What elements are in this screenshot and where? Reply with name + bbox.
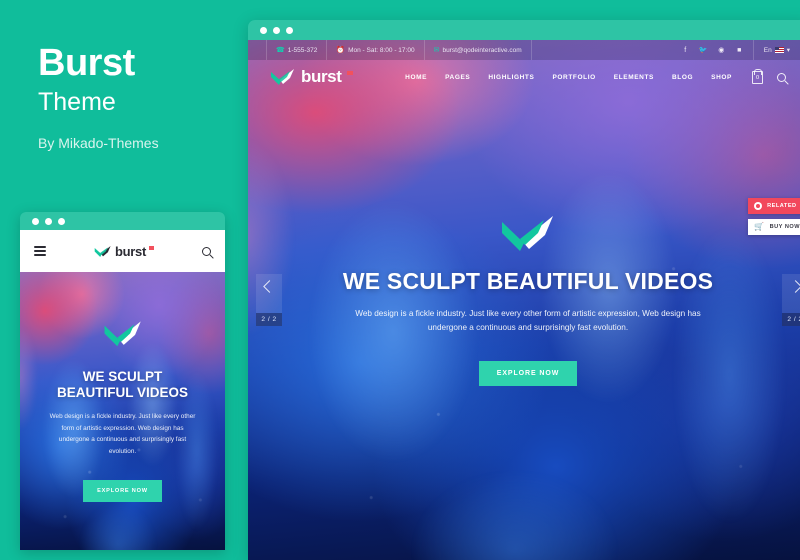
target-circle-icon — [754, 202, 763, 210]
topbar-email-label: burst@qodeinteractive.com — [442, 46, 522, 54]
site-logo[interactable]: burst — [270, 67, 353, 87]
menu-item-home[interactable]: HOME — [405, 74, 427, 81]
slider-counter-right: 2 / 2 — [782, 313, 800, 326]
window-dot-minimize[interactable] — [273, 26, 280, 34]
mobile-hero-description: Web design is a fickle industry. Just li… — [49, 412, 196, 456]
language-selector[interactable]: En ▾ — [752, 40, 790, 60]
site-navigation: burst HOME PAGES HIGHLIGHTS PORTFOLIO EL… — [248, 60, 800, 94]
topbar-phone[interactable]: ☎ 1-555-372 — [266, 40, 328, 60]
topbar-phone-label: 1-555-372 — [287, 46, 318, 54]
topbar-hours-label: Mon - Sat: 8:00 - 17:00 — [348, 46, 415, 54]
bird-wing-icon-large — [104, 321, 141, 347]
main-menu: HOME PAGES HIGHLIGHTS PORTFOLIO ELEMENTS… — [405, 74, 732, 81]
browser-chrome-bar — [248, 20, 800, 40]
mobile-hero-section: WE SCULPT BEAUTIFUL VIDEOS Web design is… — [20, 272, 225, 550]
mobile-chrome-bar — [20, 212, 225, 230]
related-button-label: RELATED — [767, 203, 797, 209]
envelope-icon: ✉ — [433, 47, 440, 54]
slider-next-button[interactable]: 2 / 2 — [782, 274, 800, 326]
window-dot-close[interactable] — [260, 26, 267, 34]
clock-icon: ⏰ — [336, 47, 346, 54]
facebook-icon[interactable]: f — [682, 47, 689, 54]
twitter-icon[interactable]: 🐦 — [699, 47, 708, 54]
search-icon[interactable] — [777, 72, 786, 82]
promo-byline: By Mikado-Themes — [38, 135, 159, 151]
mobile-hero-title-line2: BEAUTIFUL VIDEOS — [56, 385, 188, 401]
chevron-left-icon — [262, 280, 276, 293]
desktop-browser-mockup: ☎ 1-555-372 ⏰ Mon - Sat: 8:00 - 17:00 ✉ … — [248, 20, 800, 560]
buy-now-button-label: BUY NOW — [769, 224, 800, 230]
menu-item-shop[interactable]: SHOP — [711, 74, 732, 81]
menu-item-elements[interactable]: ELEMENTS — [614, 74, 654, 81]
logo-text: burst — [301, 67, 342, 86]
window-dot-maximize[interactable] — [286, 26, 293, 34]
menu-item-pages[interactable]: PAGES — [445, 74, 470, 81]
mobile-window-dot-minimize[interactable] — [45, 217, 52, 225]
phone-icon: ☎ — [276, 47, 285, 54]
floating-buttons: RELATED 🛒 BUY NOW — [748, 198, 800, 235]
promo-block: Burst Theme By Mikado-Themes — [38, 44, 238, 151]
promo-subtitle: Theme — [38, 87, 116, 116]
bird-wing-icon — [271, 69, 294, 85]
chevron-right-icon — [788, 280, 800, 293]
cart-icon: 🛒 — [754, 222, 765, 231]
logo-badge-icon — [346, 71, 353, 75]
page-title: Burst — [38, 42, 135, 84]
menu-item-blog[interactable]: BLOG — [672, 74, 693, 81]
flag-icon — [774, 47, 784, 53]
mobile-logo-badge-icon — [149, 246, 154, 250]
slider-counter-left: 2 / 2 — [256, 313, 282, 326]
mobile-window-dot-maximize[interactable] — [58, 217, 65, 225]
slider-prev-button[interactable]: 2 / 2 — [256, 274, 282, 326]
related-button[interactable]: RELATED — [748, 198, 800, 214]
bird-wing-icon — [94, 245, 111, 257]
explore-now-button[interactable]: EXPLORE NOW — [478, 361, 578, 387]
hamburger-menu-icon[interactable] — [34, 246, 46, 256]
language-label: En — [763, 46, 772, 54]
topbar-social-links: f 🐦 ◉ ■ — [682, 47, 753, 54]
flickr-icon[interactable]: ■ — [736, 47, 743, 54]
mobile-header: burst — [20, 230, 225, 272]
topbar-hours: ⏰ Mon - Sat: 8:00 - 17:00 — [327, 40, 425, 60]
cart-count: 0 — [755, 75, 760, 81]
instagram-icon[interactable]: ◉ — [718, 47, 725, 54]
hero-section: WE SCULPT BEAUTIFUL VIDEOS Web design is… — [248, 40, 800, 560]
site-top-bar: ☎ 1-555-372 ⏰ Mon - Sat: 8:00 - 17:00 ✉ … — [248, 40, 800, 60]
nav-icon-group: 0 — [752, 70, 786, 84]
menu-item-portfolio[interactable]: PORTFOLIO — [552, 74, 595, 81]
mobile-search-icon[interactable] — [202, 246, 211, 256]
mobile-window-dot-close[interactable] — [32, 217, 39, 225]
mobile-explore-now-button[interactable]: EXPLORE NOW — [83, 480, 162, 503]
mobile-hero-title-line1: WE SCULPT — [82, 368, 163, 384]
mobile-site-logo[interactable]: burst — [46, 244, 202, 259]
mobile-logo-text: burst — [114, 243, 146, 259]
shopping-bag-icon[interactable]: 0 — [752, 70, 763, 84]
browser-viewport: ☎ 1-555-372 ⏰ Mon - Sat: 8:00 - 17:00 ✉ … — [248, 40, 800, 560]
chevron-down-icon: ▾ — [786, 47, 790, 54]
menu-item-highlights[interactable]: HIGHLIGHTS — [488, 74, 534, 81]
hero-description: Web design is a fickle industry. Just li… — [355, 308, 701, 332]
bird-wing-icon-large — [502, 215, 553, 251]
mobile-browser-mockup: burst WE SCULPT BEAUTIFUL VIDEOS Web des… — [20, 212, 225, 550]
buy-now-button[interactable]: 🛒 BUY NOW — [748, 219, 800, 235]
hero-title: WE SCULPT BEAUTIFUL VIDEOS — [342, 267, 714, 294]
topbar-email[interactable]: ✉ burst@qodeinteractive.com — [425, 40, 532, 60]
